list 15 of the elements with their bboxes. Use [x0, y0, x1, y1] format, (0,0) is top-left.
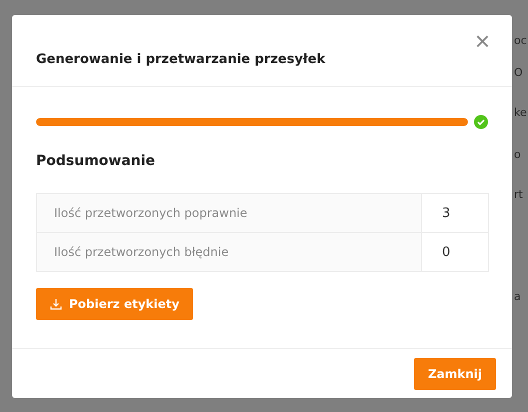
download-button[interactable]: Pobierz etykiety	[36, 288, 194, 320]
table-cell-text: 0	[441, 244, 452, 262]
background-text: rt	[514, 188, 523, 201]
table-cell: Ilość przetworzonych błędnie	[37, 233, 422, 271]
table-cell-text: 3	[441, 204, 452, 222]
section-title: Podsumowanie	[36, 153, 156, 169]
background-text: ke	[514, 106, 527, 119]
background-text: a	[514, 290, 521, 303]
background-text: oc	[514, 34, 527, 47]
background-text: o	[514, 148, 521, 161]
table-cell: Ilość przetworzonych poprawnie	[37, 194, 422, 232]
dialog-title: Generowanie i przetwarzanie przesyłek	[36, 52, 326, 67]
close-button[interactable]: Zamknij	[414, 358, 496, 390]
download-icon	[50, 298, 62, 310]
background-text: O	[514, 66, 523, 79]
